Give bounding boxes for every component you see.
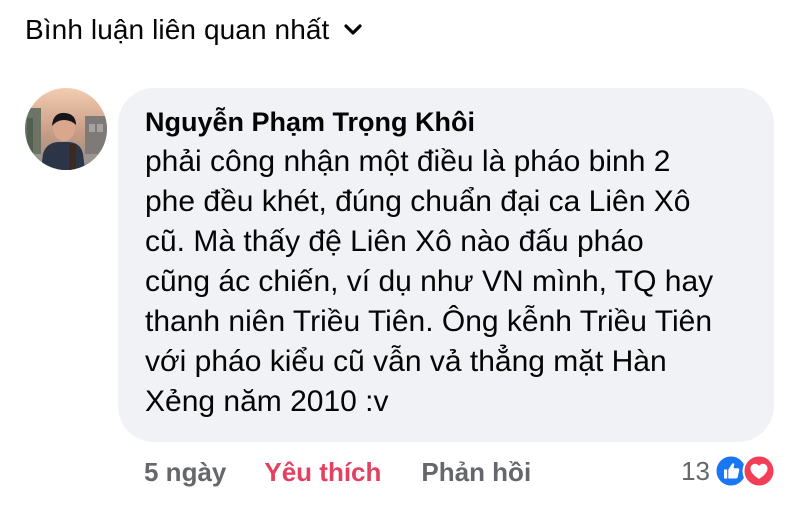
comment-line: cũ. Mà thấy đệ Liên Xô nào đấu pháo	[145, 225, 644, 258]
comment-bubble: Nguyễn Phạm Trọng Khôi phải công nhận mộ…	[118, 88, 774, 442]
love-reaction-button[interactable]: Yêu thích	[264, 457, 381, 488]
reaction-count: 13	[681, 455, 710, 486]
reaction-summary[interactable]: 13	[681, 451, 776, 491]
comment-line: phe đều khét, đúng chuẩn đại ca Liên Xô	[145, 185, 691, 218]
comment-text: phải công nhận một điều là pháo binh 2 p…	[145, 142, 745, 422]
avatar[interactable]	[25, 88, 107, 170]
comment-line: phải công nhận một điều là pháo binh 2	[145, 145, 671, 178]
comment-actions: 5 ngày Yêu thích Phản hồi	[144, 452, 531, 492]
comment-line: Xẻng năm 2010 :v	[145, 385, 389, 418]
chevron-down-icon	[343, 23, 363, 37]
comment-sort-dropdown[interactable]: Bình luận liên quan nhất	[25, 10, 363, 50]
comment-line: cũng ác chiến, ví dụ như VN mình, TQ hay	[145, 265, 714, 298]
reaction-icons	[714, 454, 776, 488]
reply-button[interactable]: Phản hồi	[421, 457, 531, 488]
comment-time[interactable]: 5 ngày	[144, 457, 226, 488]
comment-line: với pháo kiểu cũ vẫn vả thẳng mặt Hàn	[145, 345, 667, 378]
comment-author[interactable]: Nguyễn Phạm Trọng Khôi	[145, 102, 475, 142]
comment-line: thanh niên Triều Tiên. Ông kễnh Triều Ti…	[145, 305, 713, 338]
love-icon	[742, 454, 776, 488]
sort-label: Bình luận liên quan nhất	[25, 14, 330, 45]
